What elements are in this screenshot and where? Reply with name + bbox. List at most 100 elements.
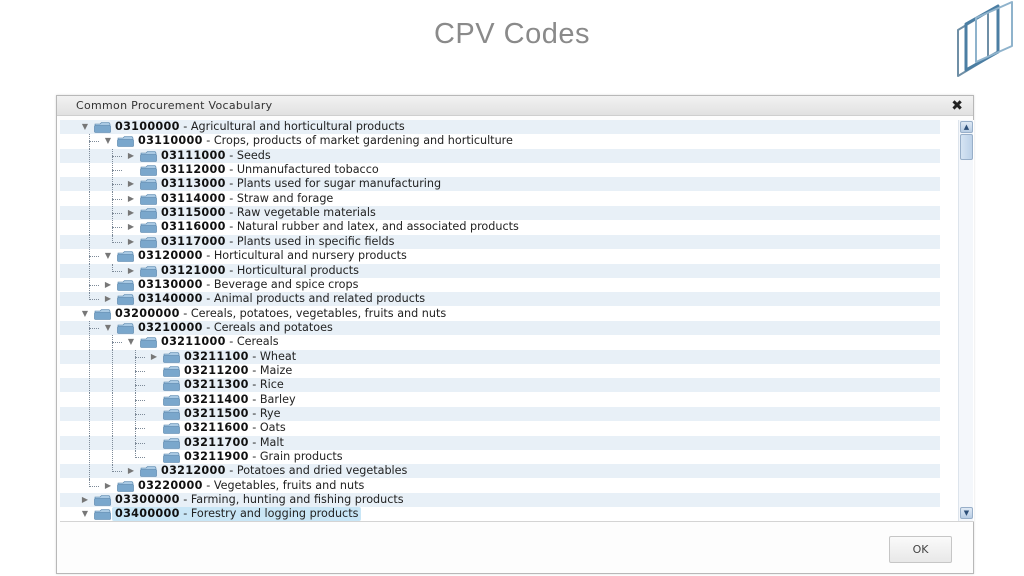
node-label[interactable]: 03200000 - Cereals, potatoes, vegetables…	[115, 307, 446, 321]
scroll-thumb[interactable]	[960, 134, 973, 160]
close-icon[interactable]: ✖	[951, 97, 963, 115]
expand-arrow-icon[interactable]: ▶	[126, 264, 136, 278]
collapse-arrow-icon[interactable]: ▼	[80, 120, 90, 134]
folder-icon	[94, 495, 111, 506]
folder-icon	[140, 208, 157, 219]
expand-arrow-icon[interactable]: ▶	[80, 493, 90, 507]
node-label[interactable]: 03113000 - Plants used for sugar manufac…	[161, 177, 441, 191]
tree-row[interactable]: ▶ 03212000 - Potatoes and dried vegetable…	[60, 464, 940, 480]
code-separator: -	[248, 349, 260, 363]
tree-branch-line	[89, 299, 99, 301]
tree-row[interactable]: 03211300 - Rice	[60, 378, 940, 394]
expand-arrow-icon[interactable]: ▶	[149, 350, 159, 364]
node-label[interactable]: 03211000 - Cereals	[161, 335, 279, 349]
tree-row[interactable]: ▼ 03110000 - Crops, products of market ga…	[60, 134, 940, 150]
folder-icon	[94, 308, 111, 320]
expand-arrow-icon[interactable]: ▶	[126, 220, 136, 234]
node-label[interactable]: 03212000 - Potatoes and dried vegetables	[161, 464, 407, 478]
expand-arrow-icon[interactable]: ▶	[126, 192, 136, 206]
tree-row[interactable]: ▼ 03210000 - Cereals and potatoes	[60, 320, 940, 336]
node-label[interactable]: 03211700 - Malt	[184, 436, 284, 450]
tree-guide-line	[89, 191, 90, 207]
tree-row[interactable]: 03211600 - Oats	[60, 421, 940, 437]
tree-row[interactable]: ▶ 03113000 - Plants used for sugar manufa…	[60, 177, 940, 193]
tree-row[interactable]: 03112000 - Unmanufactured tobacco	[60, 163, 940, 179]
node-label[interactable]: 03114000 - Straw and forage	[161, 192, 333, 206]
tree-row[interactable]: ▶ 03300000 - Farming, hunting and fishing…	[60, 493, 940, 508]
cpv-code: 03211000	[161, 335, 226, 349]
tree-row[interactable]: ▶ 03211100 - Wheat	[60, 349, 940, 365]
node-label[interactable]: 03112000 - Unmanufactured tobacco	[161, 163, 379, 177]
ok-button[interactable]: OK	[889, 536, 952, 563]
tree-row[interactable]: ▼ 03400000 - Forestry and logging product…	[60, 507, 940, 521]
vertical-scrollbar[interactable]: ▲ ▼	[958, 120, 973, 521]
expand-arrow-icon[interactable]: ▶	[103, 292, 113, 306]
expand-arrow-icon[interactable]: ▶	[126, 464, 136, 478]
scroll-down-button[interactable]: ▼	[960, 507, 973, 519]
tree-row[interactable]: ▶ 03121000 - Horticultural products	[60, 263, 940, 279]
node-label[interactable]: 03120000 - Horticultural and nursery pro…	[138, 249, 407, 263]
tree-row[interactable]: ▶ 03116000 - Natural rubber and latex, an…	[60, 220, 940, 236]
tree-row[interactable]: 03211400 - Barley	[60, 392, 940, 408]
node-label[interactable]: 03130000 - Beverage and spice crops	[138, 278, 358, 292]
cpv-description: Plants used for sugar manufacturing	[236, 177, 442, 191]
node-label[interactable]: 03211100 - Wheat	[184, 350, 296, 364]
expand-arrow-icon[interactable]: ▶	[126, 177, 136, 191]
node-label[interactable]: 03110000 - Crops, products of market gar…	[138, 134, 513, 148]
node-label[interactable]: 03100000 - Agricultural and horticultura…	[115, 120, 405, 134]
code-separator: -	[179, 120, 191, 133]
node-label[interactable]: 03211200 - Maize	[184, 364, 292, 378]
node-label[interactable]: 03211600 - Oats	[184, 421, 286, 435]
cpv-code: 03121000	[161, 263, 226, 277]
tree-row[interactable]: ▼ 03211000 - Cereals	[60, 335, 940, 351]
expand-arrow-icon[interactable]: ▶	[126, 206, 136, 220]
code-separator: -	[248, 392, 260, 406]
collapse-arrow-icon[interactable]: ▼	[80, 507, 90, 521]
node-label[interactable]: 03115000 - Raw vegetable materials	[161, 206, 376, 220]
tree-row[interactable]: ▶ 03117000 - Plants used in specific fiel…	[60, 234, 940, 250]
tree-row[interactable]: ▶ 03140000 - Animal products and related …	[60, 292, 940, 307]
tree-row[interactable]: ▼ 03200000 - Cereals, potatoes, vegetable…	[60, 307, 940, 321]
collapse-arrow-icon[interactable]: ▼	[103, 249, 113, 263]
tree-row[interactable]: ▼ 03120000 - Horticultural and nursery pr…	[60, 249, 940, 265]
collapse-arrow-icon[interactable]: ▼	[80, 307, 90, 321]
cpv-code: 03400000	[115, 507, 180, 521]
collapse-arrow-icon[interactable]: ▼	[103, 321, 113, 335]
expand-arrow-icon[interactable]: ▶	[126, 149, 136, 163]
collapse-arrow-icon[interactable]: ▼	[126, 335, 136, 349]
cpv-code: 03110000	[138, 134, 203, 148]
tree-row[interactable]: 03211900 - Grain products	[60, 450, 940, 466]
node-label[interactable]: 03116000 - Natural rubber and latex, and…	[161, 220, 519, 234]
tree-row[interactable]: ▶ 03220000 - Vegetables, fruits and nuts	[60, 478, 940, 493]
node-label[interactable]: 03111000 - Seeds	[161, 149, 271, 163]
folder-icon	[140, 179, 157, 191]
tree-row[interactable]: 03211700 - Malt	[60, 435, 940, 451]
folder-icon	[140, 466, 157, 478]
slide-title: CPV Codes	[433, 18, 590, 50]
tree-row[interactable]: ▼ 03100000 - Agricultural and horticultur…	[60, 120, 940, 134]
expand-arrow-icon[interactable]: ▶	[103, 278, 113, 292]
scroll-up-button[interactable]: ▲	[960, 121, 973, 133]
expand-arrow-icon[interactable]: ▶	[126, 235, 136, 249]
node-label[interactable]: 03211900 - Grain products	[184, 450, 343, 464]
node-label[interactable]: 03211400 - Barley	[184, 393, 296, 407]
node-label[interactable]: 03140000 - Animal products and related p…	[138, 292, 425, 306]
node-label[interactable]: 03117000 - Plants used in specific field…	[161, 235, 394, 249]
node-label[interactable]: 03121000 - Horticultural products	[161, 264, 359, 278]
tree-row[interactable]: ▶ 03114000 - Straw and forage	[60, 191, 940, 207]
node-label[interactable]: 03211500 - Rye	[184, 407, 281, 421]
node-label[interactable]: 03220000 - Vegetables, fruits and nuts	[138, 479, 364, 493]
tree-row[interactable]: ▶ 03111000 - Seeds	[60, 148, 940, 164]
tree-row[interactable]: 03211200 - Maize	[60, 363, 940, 379]
expand-arrow-icon[interactable]: ▶	[103, 479, 113, 493]
collapse-arrow-icon[interactable]: ▼	[103, 134, 113, 148]
selected-node-label[interactable]: 03400000 - Forestry and logging products	[112, 507, 362, 521]
node-label[interactable]: 03300000 - Farming, hunting and fishing …	[115, 493, 404, 507]
cpv-description: Agricultural and horticultural products	[190, 120, 405, 133]
node-label[interactable]: 03210000 - Cereals and potatoes	[138, 321, 333, 335]
tree-row[interactable]: 03211500 - Rye	[60, 407, 940, 422]
cpv-code: 03117000	[161, 234, 226, 248]
tree-row[interactable]: ▶ 03115000 - Raw vegetable materials	[60, 206, 940, 222]
node-label[interactable]: 03211300 - Rice	[184, 378, 284, 392]
tree-row[interactable]: ▶ 03130000 - Beverage and spice crops	[60, 277, 940, 293]
